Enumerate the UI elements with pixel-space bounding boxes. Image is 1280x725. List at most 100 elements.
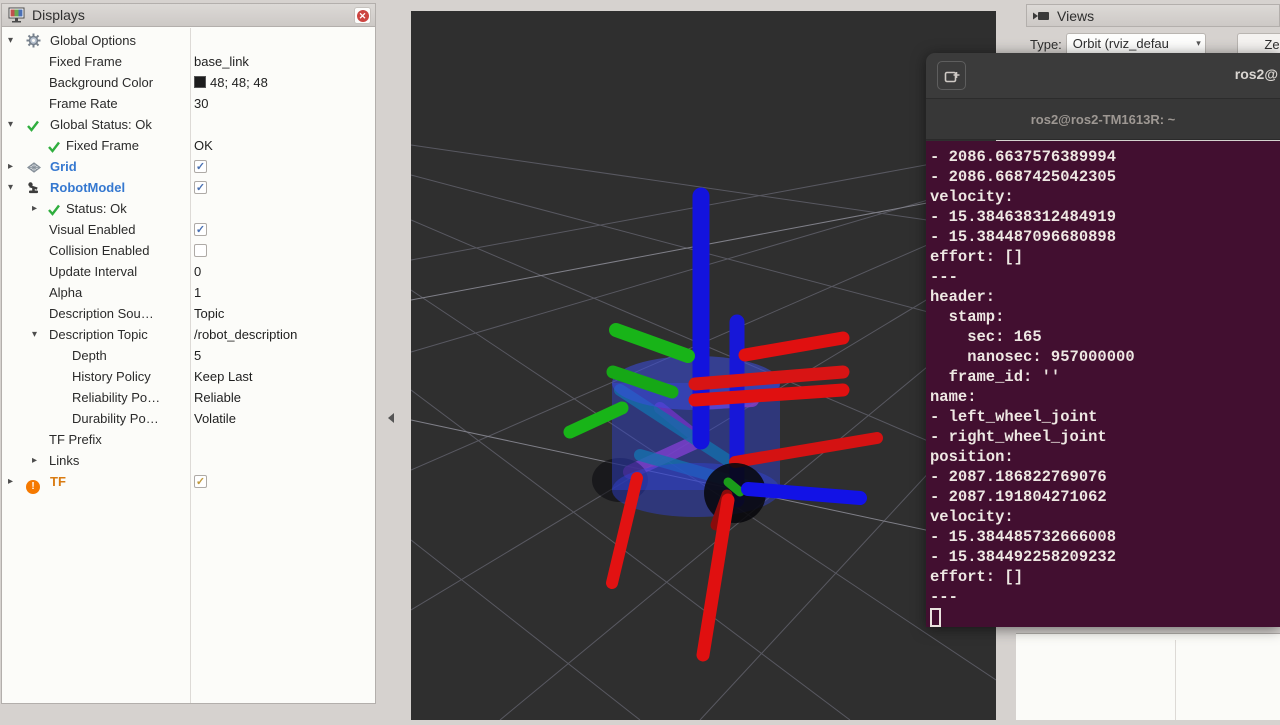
tree-row-label: Links (49, 450, 79, 471)
chevron-down-icon: ▾ (1196, 38, 1201, 49)
tree-row[interactable]: ▸ Links (2, 450, 375, 471)
tree-row-value[interactable]: Topic (194, 303, 224, 324)
displays-tree: ▾Global OptionsFixed Framebase_linkBackg… (2, 28, 375, 703)
tree-row-label: Durability Po… (72, 408, 159, 429)
terminal-body[interactable]: - 2086.6637576389994- 2086.6687425042305… (926, 141, 1280, 627)
new-tab-icon (944, 69, 960, 83)
tree-row[interactable]: Background Color48; 48; 48 (2, 72, 375, 93)
expand-arrow-icon[interactable]: ▸ (32, 198, 37, 219)
terminal-line: sec: 165 (930, 327, 1280, 347)
terminal-line: effort: [] (930, 247, 1280, 267)
tree-row-label: Update Interval (49, 261, 137, 282)
views-panel: Views Type: Orbit (rviz_defau ▾ Ze (1026, 4, 1280, 53)
tf-warning-icon: ! (26, 480, 40, 494)
tree-row-value[interactable]: Volatile (194, 408, 236, 429)
tree-row-label: TF (50, 471, 66, 492)
checkbox[interactable]: ✓ (194, 475, 207, 488)
terminal-line: - left_wheel_joint (930, 407, 1280, 427)
camera-icon (1032, 10, 1050, 22)
expand-arrow-icon[interactable]: ▸ (32, 450, 37, 471)
tree-row[interactable]: Reliability Po…Reliable (2, 387, 375, 408)
status-ok-check-icon (47, 204, 61, 216)
collapse-arrow-icon[interactable]: ▾ (8, 30, 13, 51)
tree-row[interactable]: ▾ RobotModel ✓ (2, 177, 375, 198)
tree-row[interactable]: ▾ Global Status: Ok (2, 114, 375, 135)
tree-row[interactable]: TF Prefix (2, 429, 375, 450)
terminal-line: - 2086.6687425042305 (930, 167, 1280, 187)
tree-row[interactable]: Visual Enabled✓ (2, 219, 375, 240)
tree-row[interactable]: Fixed Frame base_link (2, 51, 375, 72)
tree-row-label: Fixed Frame (66, 135, 139, 156)
checkbox[interactable]: ✓ (194, 223, 207, 236)
terminal-line: velocity: (930, 507, 1280, 527)
tree-row-label: Frame Rate (49, 93, 118, 114)
tree-row-label: TF Prefix (49, 429, 102, 450)
terminal-line: frame_id: '' (930, 367, 1280, 387)
tree-row-label: RobotModel (50, 177, 125, 198)
collapse-arrow-icon[interactable]: ▾ (8, 114, 13, 135)
terminal-window[interactable]: ros2@ ros2@ros2-TM1613R: ~ - 2086.663757… (926, 53, 1280, 627)
views-panel-header[interactable]: Views (1026, 4, 1280, 27)
tree-row-value[interactable]: base_link (194, 51, 249, 72)
viewport-3d[interactable] (411, 11, 996, 720)
terminal-line: --- (930, 267, 1280, 287)
tree-row[interactable]: ▸! TF ✓ (2, 471, 375, 492)
terminal-tab[interactable]: ros2@ros2-TM1613R: ~ (926, 98, 1280, 140)
checkbox[interactable] (194, 244, 207, 257)
tree-row[interactable]: Description Sou…Topic (2, 303, 375, 324)
collapse-arrow-icon[interactable]: ▾ (32, 324, 37, 345)
tree-row-label: Grid (50, 156, 77, 177)
terminal-titlebar[interactable]: ros2@ (926, 53, 1280, 98)
tree-row-value[interactable]: /robot_description (194, 324, 297, 345)
expand-arrow-icon[interactable]: ▸ (8, 156, 13, 177)
terminal-line: nanosec: 957000000 (930, 347, 1280, 367)
close-button[interactable]: ✕ (354, 7, 371, 24)
tree-row-value[interactable]: 1 (194, 282, 201, 303)
expand-arrow-icon[interactable]: ▸ (8, 471, 13, 492)
view-type-value: Orbit (rviz_defau (1073, 36, 1169, 51)
terminal-line: effort: [] (930, 567, 1280, 587)
tree-row[interactable]: Alpha 1 (2, 282, 375, 303)
warning-icon-slot: ! (26, 474, 40, 495)
terminal-title: ros2@ (1235, 66, 1278, 82)
tree-row[interactable]: Collision Enabled (2, 240, 375, 261)
robot-model-icon (26, 181, 41, 195)
tree-row-label: Fixed Frame (49, 51, 122, 72)
tree-row-value[interactable]: 30 (194, 93, 208, 114)
collapse-arrow-icon[interactable]: ▾ (8, 177, 13, 198)
tree-row[interactable]: Depth5 (2, 345, 375, 366)
terminal-line: header: (930, 287, 1280, 307)
displays-icon (8, 7, 25, 23)
terminal-cursor (930, 608, 941, 627)
terminal-line: velocity: (930, 187, 1280, 207)
tree-row[interactable]: Fixed Frame OK (2, 135, 375, 156)
tree-row[interactable]: Durability Po… Volatile (2, 408, 375, 429)
checkbox[interactable]: ✓ (194, 181, 207, 194)
tree-row-value[interactable]: OK (194, 135, 213, 156)
tree-row[interactable]: ▾Global Options (2, 30, 375, 51)
tree-row-label: Collision Enabled (49, 240, 149, 261)
tree-row-label: Global Status: Ok (50, 114, 152, 135)
terminal-tab-label: ros2@ros2-TM1613R: ~ (1031, 112, 1176, 127)
tree-row-value[interactable]: Reliable (194, 387, 241, 408)
tree-row-label: History Policy (72, 366, 151, 387)
checkbox[interactable]: ✓ (194, 160, 207, 173)
tree-row-value[interactable]: 0 (194, 261, 201, 282)
tree-row-value[interactable]: Keep Last (194, 366, 253, 387)
new-tab-button[interactable] (937, 61, 966, 90)
tree-row[interactable]: ▸Status: Ok (2, 198, 375, 219)
splitter-collapse-arrow[interactable] (388, 413, 394, 423)
displays-panel-header[interactable]: Displays ✕ (2, 4, 375, 27)
tree-row[interactable]: Frame Rate 30 (2, 93, 375, 114)
tree-row[interactable]: ▾ Description Topic/robot_description (2, 324, 375, 345)
tree-row[interactable]: History Policy Keep Last (2, 366, 375, 387)
tree-row-label: Alpha (49, 282, 82, 303)
tree-row[interactable]: Update Interval 0 (2, 261, 375, 282)
tree-row[interactable]: ▸ Grid ✓ (2, 156, 375, 177)
terminal-line: - 2087.191804271062 (930, 487, 1280, 507)
color-swatch (194, 76, 206, 88)
tree-row-label: Description Topic (49, 324, 148, 345)
status-ok-check-icon (47, 141, 61, 153)
tree-row-value[interactable]: 48; 48; 48 (194, 72, 268, 93)
tree-row-value[interactable]: 5 (194, 345, 201, 366)
